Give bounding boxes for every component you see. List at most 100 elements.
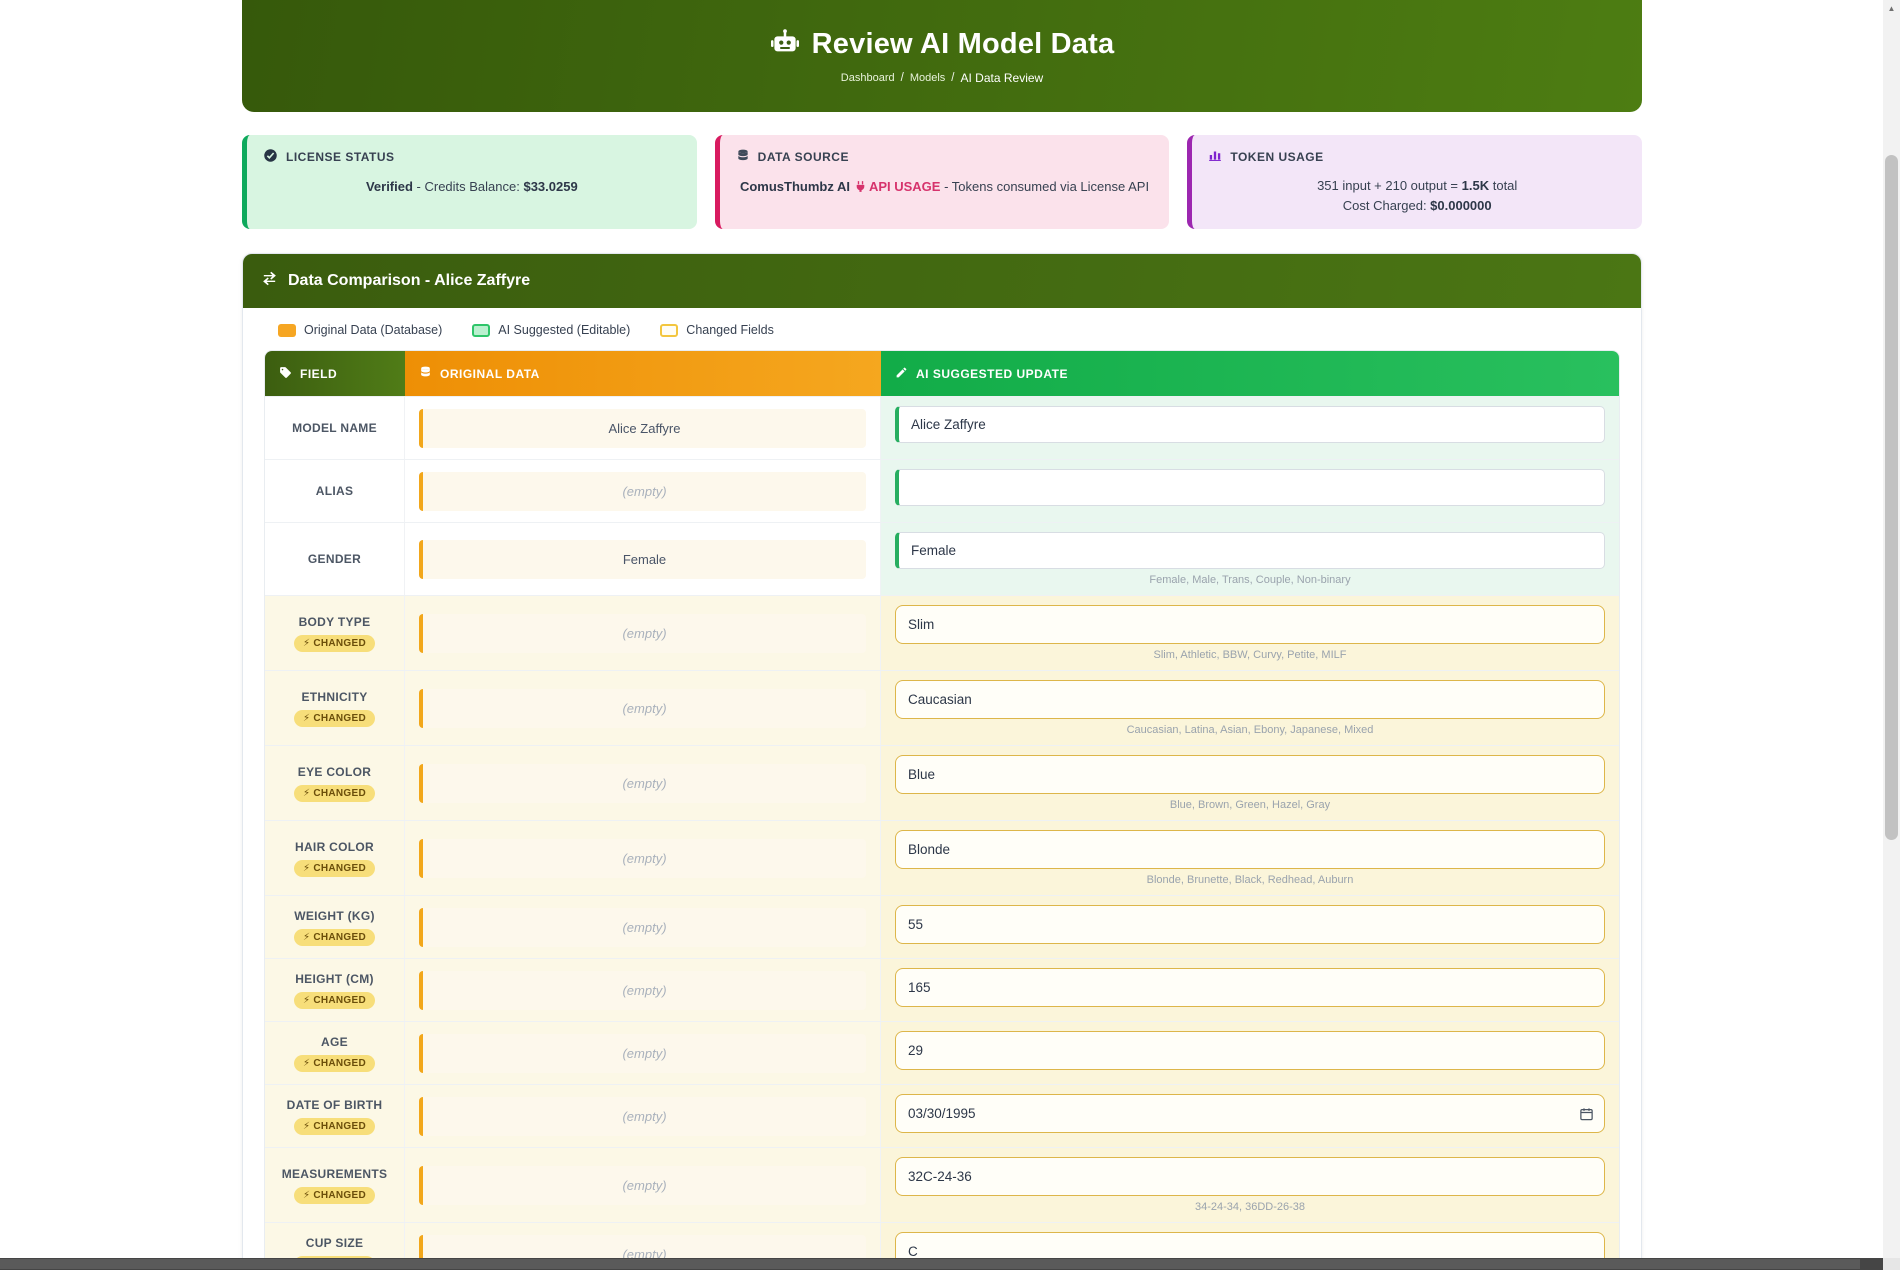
table-row-weight-kg: WEIGHT (KG)⚡CHANGED(empty) [265,895,1619,958]
changed-badge: ⚡CHANGED [294,1055,375,1072]
data-source-rest: - Tokens consumed via License API [940,179,1149,194]
database-icon [419,365,432,382]
table-row-eye-color: EYE COLOR⚡CHANGED(empty)Blue, Brown, Gre… [265,745,1619,820]
changed-badge-label: CHANGED [313,638,366,649]
vertical-scrollbar-thumb[interactable] [1885,155,1898,840]
changed-badge: ⚡CHANGED [294,929,375,946]
original-data-cell: (empty) [405,821,881,895]
original-data-cell: (empty) [405,1148,881,1222]
table-row-date-of-birth: DATE OF BIRTH⚡CHANGED(empty) [265,1084,1619,1147]
ai-input-height-cm[interactable] [895,968,1605,1007]
breadcrumb-link-dashboard[interactable]: Dashboard [841,72,895,84]
comparison-body: Original Data (Database) AI Suggested (E… [243,308,1641,1270]
original-value: (empty) [419,764,866,803]
license-status-card: LICENSE STATUS Verified - Credits Balanc… [242,135,697,229]
original-data-cell: (empty) [405,959,881,1021]
changed-badge: ⚡CHANGED [294,785,375,802]
page-title: Review AI Model Data [812,28,1115,61]
original-header-label: ORIGINAL DATA [440,367,540,381]
ai-suggested-cell [881,959,1619,1021]
page-header: Review AI Model Data Dashboard / Models … [242,0,1642,112]
ai-input-weight-kg[interactable] [895,905,1605,944]
data-source-text: ComusThumbz AIAPI USAGE - Tokens consume… [736,177,1154,199]
legend-swatch-ai [472,324,490,337]
legend-label-ai: AI Suggested (Editable) [498,323,630,337]
ai-input-wrap [895,469,1605,506]
ai-input-alias[interactable] [895,469,1605,506]
field-hint: Slim, Athletic, BBW, Curvy, Petite, MILF [895,649,1605,661]
horizontal-scrollbar[interactable] [0,1258,1900,1270]
table-rows: MODEL NAMEAlice ZaffyreALIAS(empty)GENDE… [265,396,1619,1270]
bar-chart-icon [1208,148,1222,165]
ai-suggested-cell: Blonde, Brunette, Black, Redhead, Auburn [881,821,1619,895]
field-cell: AGE ⚡CHANGED [265,1022,405,1084]
ai-input-hair-color[interactable] [895,830,1605,869]
lightning-icon: ⚡ [303,1121,310,1132]
field-header-label: FIELD [300,367,337,381]
pencil-icon [895,366,908,382]
changed-badge: ⚡CHANGED [294,635,375,652]
legend-item-changed: Changed Fields [660,323,774,337]
token-usage-line1-post: total [1489,178,1517,193]
ai-input-date-of-birth[interactable] [895,1094,1605,1133]
original-data-cell: (empty) [405,896,881,958]
scroll-up-button[interactable]: ▲ [1883,0,1900,16]
ai-input-eye-color[interactable] [895,755,1605,794]
ai-suggested-cell [881,460,1619,522]
field-label: EYE COLOR [298,765,371,779]
vertical-scrollbar[interactable]: ▲ [1883,0,1900,1258]
lightning-icon: ⚡ [303,863,310,874]
ai-column-header: AI SUGGESTED UPDATE [881,351,1619,396]
ai-input-wrap [895,1157,1605,1196]
original-data-cell: Female [405,523,881,595]
original-data-cell: Alice Zaffyre [405,397,881,459]
legend-label-changed: Changed Fields [686,323,774,337]
field-cell: MODEL NAME [265,397,405,459]
page: Review AI Model Data Dashboard / Models … [242,0,1642,1270]
license-status-value: Verified [366,179,413,194]
title-row: Review AI Model Data [770,27,1115,62]
field-label: HEIGHT (CM) [295,972,374,986]
changed-badge-label: CHANGED [313,713,366,724]
ai-input-ethnicity[interactable] [895,680,1605,719]
token-usage-line1-pre: 351 input + 210 output = [1317,178,1462,193]
ai-input-wrap [895,680,1605,719]
changed-badge: ⚡CHANGED [294,860,375,877]
original-value: (empty) [419,1097,866,1136]
ai-input-age[interactable] [895,1031,1605,1070]
breadcrumb-link-models[interactable]: Models [910,72,945,84]
field-cell: HEIGHT (CM) ⚡CHANGED [265,959,405,1021]
ai-input-body-type[interactable] [895,605,1605,644]
comparison-panel: Data Comparison - Alice Zaffyre Original… [242,253,1642,1270]
table-row-body-type: BODY TYPE⚡CHANGED(empty)Slim, Athletic, … [265,595,1619,670]
changed-badge: ⚡CHANGED [294,992,375,1009]
original-value: (empty) [419,908,866,947]
horizontal-scrollbar-thumb[interactable] [0,1259,1860,1269]
lightning-icon: ⚡ [303,1190,310,1201]
lightning-icon: ⚡ [303,713,310,724]
field-cell: GENDER [265,523,405,595]
field-hint: 34-24-34, 36DD-26-38 [895,1201,1605,1213]
field-label: AGE [321,1035,348,1049]
ai-input-measurements[interactable] [895,1157,1605,1196]
ai-input-gender[interactable] [895,532,1605,569]
legend-item-original: Original Data (Database) [278,323,442,337]
ai-suggested-cell [881,397,1619,459]
legend-item-ai: AI Suggested (Editable) [472,323,630,337]
ai-input-wrap [895,1094,1605,1133]
table-row-age: AGE⚡CHANGED(empty) [265,1021,1619,1084]
table-row-height-cm: HEIGHT (CM) ⚡CHANGED (empty) [265,958,1619,1021]
cost-charged-value: $0.000000 [1430,198,1491,213]
calendar-icon [1579,1106,1594,1121]
changed-badge: ⚡CHANGED [294,710,375,727]
original-data-cell: (empty) [405,671,881,745]
ai-input-wrap [895,968,1605,1007]
status-cards: LICENSE STATUS Verified - Credits Balanc… [242,135,1642,229]
field-cell: HAIR COLOR⚡CHANGED [265,821,405,895]
token-usage-text: 351 input + 210 output = 1.5K total Cost… [1208,176,1626,215]
ai-input-wrap [895,605,1605,644]
original-value: (empty) [419,614,866,653]
changed-badge-label: CHANGED [313,863,366,874]
ai-input-model-name[interactable] [895,406,1605,443]
robot-icon [770,27,800,62]
